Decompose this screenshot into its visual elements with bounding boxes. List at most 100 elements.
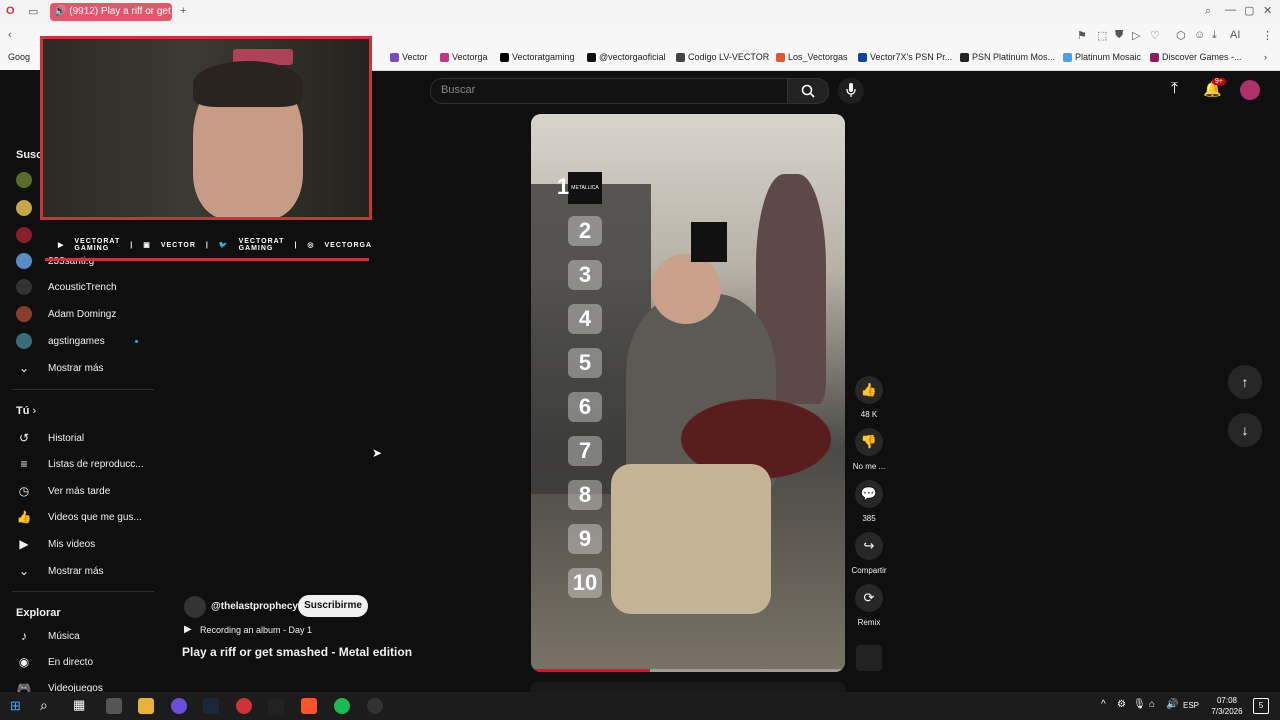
tray-icon[interactable]: ⚙ bbox=[1117, 699, 1126, 710]
tab-youtube[interactable]: 🔊 (9912) Play a riff or get bbox=[50, 3, 172, 21]
playlist-play-icon[interactable]: ▶ bbox=[184, 624, 192, 635]
playlist-title[interactable]: Recording an album - Day 1 bbox=[200, 625, 312, 635]
menu-icon[interactable]: ⋮ bbox=[1262, 29, 1273, 42]
back-icon[interactable]: ‹ bbox=[8, 29, 12, 41]
search-box[interactable]: Buscar bbox=[430, 78, 788, 104]
opera-icon[interactable] bbox=[236, 698, 252, 714]
task-view-icon[interactable]: ▦ bbox=[73, 697, 85, 713]
bookmark-icon[interactable]: ⚑ bbox=[1077, 29, 1087, 42]
volume-icon[interactable]: 🔊 bbox=[1166, 699, 1178, 710]
mic-icon[interactable]: 🎙 bbox=[1133, 699, 1146, 710]
dislike-button[interactable]: 👎 bbox=[855, 428, 883, 456]
discord-icon[interactable] bbox=[171, 698, 187, 714]
bookmark-item[interactable]: Los_Vectorgas bbox=[776, 52, 848, 62]
ai-icon[interactable]: AI bbox=[1230, 29, 1240, 41]
windows-start-icon[interactable]: ⊞ bbox=[10, 698, 21, 714]
app-icon[interactable] bbox=[268, 698, 284, 714]
sidebar-channel[interactable]: Adam Domingz bbox=[16, 304, 116, 324]
share-icon: ↪ bbox=[863, 538, 875, 553]
search-icon bbox=[801, 84, 815, 98]
show-more-button[interactable]: ⌄ Mostrar más bbox=[16, 561, 104, 581]
tab-overview-icon[interactable]: ▭ bbox=[28, 5, 38, 18]
previous-short-button[interactable]: ↑ bbox=[1228, 365, 1262, 399]
sidebar-channel[interactable]: AcousticTrench bbox=[16, 277, 117, 297]
profile-icon[interactable]: ☺ bbox=[1194, 29, 1205, 41]
remix-button[interactable]: ⟳ bbox=[855, 584, 883, 612]
new-tab-icon[interactable]: + bbox=[180, 5, 186, 17]
riff-number-badge: 4 bbox=[568, 304, 602, 334]
comments-button[interactable]: 💬 bbox=[855, 480, 883, 508]
search-input[interactable]: Buscar bbox=[441, 84, 475, 96]
audio-source-thumbnail[interactable] bbox=[856, 645, 882, 671]
download-icon[interactable]: ⤓ bbox=[1212, 29, 1217, 42]
sidebar-item-music[interactable]: ♪ Música bbox=[16, 626, 80, 646]
sidebar-item-liked-videos[interactable]: 👍 Videos que me gus... bbox=[16, 507, 142, 527]
divider: | bbox=[130, 241, 134, 249]
clock-time[interactable]: 07:08 bbox=[1212, 696, 1242, 705]
bookmark-item[interactable]: Vector7X's PSN Pr... bbox=[858, 52, 952, 62]
notification-badge: 9+ bbox=[1212, 78, 1226, 85]
language-indicator[interactable]: ESP bbox=[1183, 701, 1199, 710]
sidebar-item-watch-later[interactable]: ◷ Ver más tarde bbox=[16, 481, 111, 501]
speaker-icon[interactable]: 🔊 bbox=[54, 6, 66, 17]
bookmark-item[interactable]: Codigo LV-VECTOR bbox=[676, 52, 769, 62]
opera-logo-icon[interactable]: O bbox=[6, 5, 15, 17]
like-button[interactable]: 👍 bbox=[855, 376, 883, 404]
app-icon[interactable] bbox=[106, 698, 122, 714]
riff-number-badge: 10 bbox=[568, 568, 602, 598]
like-count: 48 K bbox=[860, 410, 878, 419]
search-tabs-icon[interactable]: ⌕ bbox=[1205, 5, 1211, 18]
next-short-button[interactable]: ↓ bbox=[1228, 413, 1262, 447]
bookmark-item[interactable]: PSN Platinum Mos... bbox=[960, 52, 1055, 62]
heart-icon[interactable]: ♡ bbox=[1150, 29, 1160, 42]
sidebar-item-my-videos[interactable]: ▶ Mis videos bbox=[16, 534, 95, 554]
shield-icon[interactable]: ⛊ bbox=[1115, 29, 1123, 42]
channel-avatar[interactable] bbox=[184, 596, 206, 618]
upload-icon[interactable]: ⤒ bbox=[1171, 80, 1178, 98]
close-window-icon[interactable]: ✕ bbox=[1263, 4, 1272, 17]
spotify-icon[interactable] bbox=[334, 698, 350, 714]
voice-search-button[interactable] bbox=[838, 78, 864, 104]
short-video[interactable]: METALLICA 1 2 3 4 5 6 7 8 9 10 bbox=[531, 114, 845, 672]
clock-date[interactable]: 7/3/2026 bbox=[1206, 707, 1248, 716]
minimize-icon[interactable]: — bbox=[1225, 4, 1236, 16]
steam-icon[interactable] bbox=[203, 698, 219, 714]
snapshot-icon[interactable]: ⬚ bbox=[1097, 29, 1107, 42]
sidebar-item-playlists[interactable]: ≡ Listas de reproducc... bbox=[16, 454, 143, 474]
bookmark-item[interactable]: @vectorgaoficial bbox=[587, 52, 666, 62]
you-heading[interactable]: Tú › bbox=[16, 405, 36, 417]
obs-icon[interactable] bbox=[367, 698, 383, 714]
share-button[interactable]: ↪ bbox=[855, 532, 883, 560]
maximize-icon[interactable]: ▢ bbox=[1244, 4, 1254, 17]
bookmark-item[interactable]: Vectoratgaming bbox=[500, 52, 575, 62]
notifications-button[interactable]: 🔔 9+ bbox=[1203, 78, 1226, 100]
avatar[interactable] bbox=[1240, 80, 1260, 100]
next-short-preview[interactable] bbox=[531, 682, 845, 692]
file-explorer-icon[interactable] bbox=[138, 698, 154, 714]
short-title: Play a riff or get smashed - Metal editi… bbox=[182, 645, 413, 659]
riff-number-badge: 1 bbox=[556, 174, 570, 199]
extensions-icon[interactable]: ⬡ bbox=[1176, 29, 1186, 42]
bookmark-item[interactable]: Goog bbox=[8, 52, 30, 62]
sidebar-channel[interactable]: agstingames bbox=[16, 331, 138, 351]
bookmark-item[interactable]: Vector bbox=[390, 52, 428, 62]
channel-handle[interactable]: @thelastprophecyfi bbox=[211, 601, 304, 612]
bookmarks-overflow-icon[interactable]: › bbox=[1264, 52, 1267, 62]
bookmark-item[interactable]: Vectorga bbox=[440, 52, 488, 62]
network-icon[interactable]: ⌂ bbox=[1149, 699, 1155, 710]
show-more-button[interactable]: ⌄ Mostrar más bbox=[16, 358, 104, 378]
play-icon[interactable]: ▷ bbox=[1132, 29, 1140, 42]
chevron-down-icon: ⌄ bbox=[18, 564, 30, 578]
notification-center[interactable]: 5 bbox=[1253, 698, 1269, 714]
brave-icon[interactable] bbox=[301, 698, 317, 714]
sidebar-item-live[interactable]: ◉ En directo bbox=[16, 652, 93, 672]
chevron-up-icon[interactable]: ^ bbox=[1101, 699, 1106, 710]
search-icon[interactable]: ⌕ bbox=[40, 697, 48, 714]
search-button[interactable] bbox=[787, 78, 829, 104]
subscribe-button[interactable]: Suscribirme bbox=[298, 595, 368, 617]
bookmark-item[interactable]: Platinum Mosaic bbox=[1063, 52, 1141, 62]
sidebar-item-history[interactable]: ↺ Historial bbox=[16, 428, 84, 448]
progress-track[interactable] bbox=[531, 669, 845, 672]
bookmark-item[interactable]: Discover Games -... bbox=[1150, 52, 1242, 62]
subscriptions-heading[interactable]: Susc bbox=[16, 149, 42, 161]
